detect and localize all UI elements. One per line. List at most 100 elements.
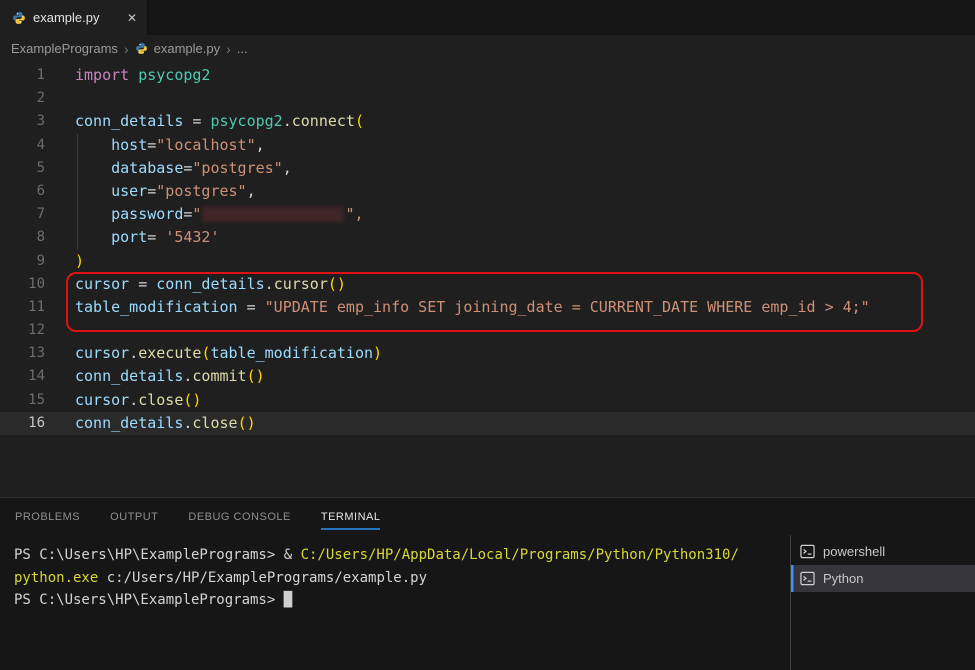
line-number[interactable]: 14	[0, 365, 45, 388]
token: psycopg2	[210, 112, 282, 130]
token: database	[111, 159, 183, 177]
line-number[interactable]: 7	[0, 203, 45, 226]
bottom-panel: PROBLEMS OUTPUT DEBUG CONSOLE TERMINAL PS C…	[0, 497, 975, 670]
line-number[interactable]: 6	[0, 180, 45, 203]
panel-tab-output[interactable]: OUTPUT	[110, 507, 158, 527]
code-line[interactable]: 14conn_details.commit()	[0, 365, 975, 388]
token: execute	[138, 344, 201, 362]
line-number[interactable]: 11	[0, 296, 45, 319]
code-line[interactable]: 8 port= '5432'	[0, 226, 975, 249]
terminal-session-powershell[interactable]: powershell	[791, 538, 975, 565]
code-line[interactable]: 12	[0, 319, 975, 342]
terminal-icon	[800, 571, 815, 586]
token	[75, 182, 111, 200]
line-number[interactable]: 10	[0, 273, 45, 296]
breadcrumb-file[interactable]: example.py	[154, 41, 220, 56]
token: import	[75, 66, 129, 84]
line-number[interactable]: 15	[0, 389, 45, 412]
token: ",	[345, 205, 363, 223]
panel-tab-problems[interactable]: PROBLEMS	[15, 507, 80, 527]
session-label: powershell	[823, 544, 885, 559]
code-line[interactable]: 1import psycopg2	[0, 64, 975, 87]
code-text: conn_details.commit()	[45, 365, 265, 388]
line-number[interactable]: 2	[0, 87, 45, 110]
code-text: cursor.close()	[45, 389, 201, 412]
line-number[interactable]: 13	[0, 342, 45, 365]
line-number[interactable]: 9	[0, 250, 45, 273]
token: "postgres"	[156, 182, 246, 200]
code-line[interactable]: 16conn_details.close()	[0, 412, 975, 435]
token: conn_details	[156, 275, 264, 293]
token: cursor	[75, 391, 129, 409]
code-line[interactable]: 9)	[0, 250, 975, 273]
chevron-right-icon: ›	[226, 42, 231, 56]
token: .	[129, 391, 138, 409]
terminal-output[interactable]: PS C:\Users\HP\ExamplePrograms> & C:/Use…	[0, 535, 790, 670]
token: =	[183, 112, 210, 130]
code-line[interactable]: 5 database="postgres",	[0, 157, 975, 180]
terminal-session-python[interactable]: Python	[791, 565, 975, 592]
token: "localhost"	[156, 136, 255, 154]
line-number[interactable]: 16	[0, 412, 45, 435]
code-line[interactable]: 13cursor.execute(table_modification)	[0, 342, 975, 365]
token: =	[147, 182, 156, 200]
terminal-line: PS C:\Users\HP\ExamplePrograms> █	[14, 589, 790, 612]
panel-tab-terminal[interactable]: TERMINAL	[321, 507, 381, 527]
token: user	[111, 182, 147, 200]
terminal-line: PS C:\Users\HP\ExamplePrograms> & C:/Use…	[14, 544, 790, 567]
token: c:/Users/HP/ExamplePrograms/example.py	[98, 570, 427, 586]
code-text	[45, 319, 75, 342]
token: PS C:\Users\HP\ExamplePrograms> &	[14, 547, 301, 563]
session-label: Python	[823, 571, 863, 586]
code-text: )	[45, 250, 84, 273]
line-number[interactable]: 4	[0, 134, 45, 157]
token: =	[147, 228, 165, 246]
token: ()	[238, 414, 256, 432]
token: python.exe	[14, 570, 98, 586]
token	[75, 205, 111, 223]
line-number[interactable]: 12	[0, 319, 45, 342]
token: conn_details	[75, 367, 183, 385]
token: host	[111, 136, 147, 154]
token: cursor	[75, 275, 129, 293]
code-line[interactable]: 11table_modification = "UPDATE emp_info …	[0, 296, 975, 319]
breadcrumb-more[interactable]: ...	[237, 41, 248, 56]
terminal-line: python.exe c:/Users/HP/ExamplePrograms/e…	[14, 567, 790, 590]
code-text: cursor.execute(table_modification)	[45, 342, 382, 365]
close-icon[interactable]: ✕	[127, 11, 137, 25]
line-number[interactable]: 1	[0, 64, 45, 87]
terminal-icon	[800, 544, 815, 559]
token: close	[138, 391, 183, 409]
token: ,	[283, 159, 292, 177]
code-line[interactable]: 7 password="",	[0, 203, 975, 226]
token: PS C:\Users\HP\ExamplePrograms>	[14, 592, 284, 608]
line-number[interactable]: 3	[0, 110, 45, 133]
tab-example-py[interactable]: example.py ✕	[0, 0, 148, 35]
code-line[interactable]: 2	[0, 87, 975, 110]
token: .	[129, 344, 138, 362]
code-line[interactable]: 3conn_details = psycopg2.connect(	[0, 110, 975, 133]
token: close	[192, 414, 237, 432]
line-number[interactable]: 8	[0, 226, 45, 249]
token: .	[265, 275, 274, 293]
terminal-cursor: █	[284, 592, 292, 608]
line-number[interactable]: 5	[0, 157, 45, 180]
token: cursor	[274, 275, 328, 293]
breadcrumb-folder[interactable]: ExamplePrograms	[11, 41, 118, 56]
panel-tab-debug-console[interactable]: DEBUG CONSOLE	[188, 507, 290, 527]
token: (	[355, 112, 364, 130]
token: commit	[192, 367, 246, 385]
token: "UPDATE emp_info SET joining_date = CURR…	[265, 298, 870, 316]
token: conn_details	[75, 414, 183, 432]
token: )	[373, 344, 382, 362]
code-line[interactable]: 10cursor = conn_details.cursor()	[0, 273, 975, 296]
code-line[interactable]: 6 user="postgres",	[0, 180, 975, 203]
code-line[interactable]: 4 host="localhost",	[0, 134, 975, 157]
token: )	[75, 252, 84, 270]
code-lines: 1 import psycopg2 23conn_details = psycopg…	[0, 64, 975, 435]
token: "postgres"	[192, 159, 282, 177]
code-line[interactable]: 15cursor.close()	[0, 389, 975, 412]
token: =	[238, 298, 265, 316]
code-editor[interactable]: 1 import psycopg2 23conn_details = psycopg…	[0, 62, 975, 497]
tab-title: example.py	[33, 10, 120, 25]
